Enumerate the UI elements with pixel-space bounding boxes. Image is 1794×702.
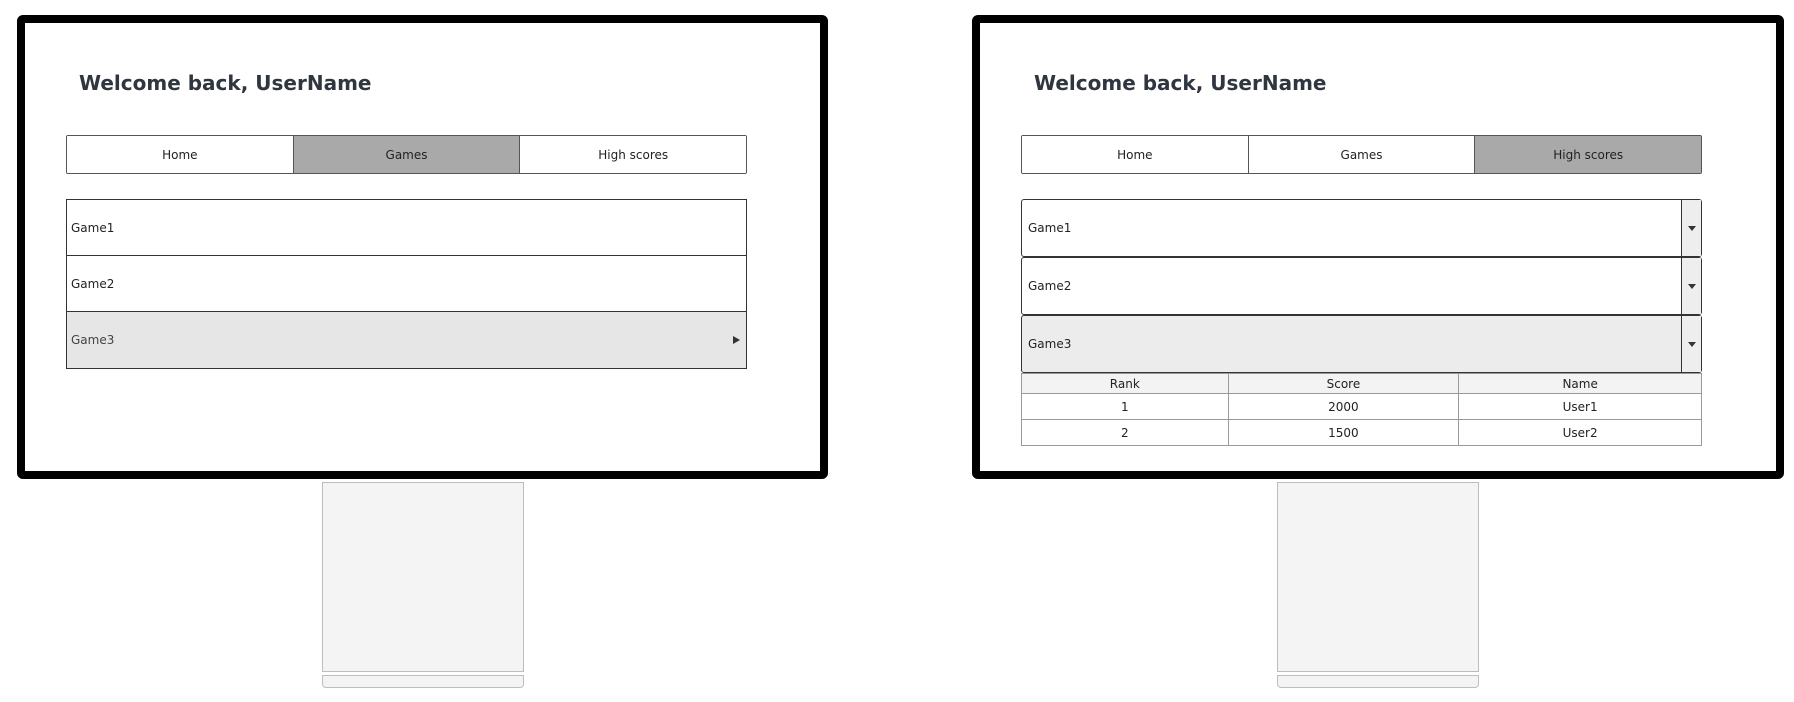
monitor-left: Welcome back, UserName Home Games High s… (17, 15, 828, 479)
caret-right-icon (733, 336, 740, 344)
accordion-item-game2[interactable]: Game2 (1021, 257, 1702, 315)
caret-down-icon (1687, 225, 1696, 231)
list-item-label: Game2 (71, 276, 115, 291)
cell-score: 2000 (1227, 393, 1460, 420)
list-item-label: Game1 (71, 220, 115, 235)
list-item-game3[interactable]: Game3 (67, 312, 746, 368)
expand-button[interactable] (1681, 200, 1701, 256)
cell-rank: 1 (1021, 393, 1229, 420)
monitor-stand-right (1277, 482, 1479, 672)
nav-tabs: Home Games High scores (1021, 135, 1702, 174)
monitor-base-left (322, 675, 524, 688)
tab-home[interactable]: Home (67, 136, 294, 173)
tab-games[interactable]: Games (293, 136, 521, 173)
game-accordion: Game1 Game2 Game3 (1021, 199, 1702, 373)
cell-rank: 2 (1021, 419, 1229, 446)
high-scores-table: Rank Score Name 1 2000 User1 2 1500 User… (1021, 373, 1702, 446)
caret-down-icon (1687, 341, 1696, 347)
accordion-item-game3[interactable]: Game3 (1021, 315, 1702, 373)
accordion-label: Game2 (1028, 279, 1072, 293)
cell-score: 1500 (1227, 419, 1460, 446)
page-title: Welcome back, UserName (79, 71, 372, 95)
monitor-base-right (1277, 675, 1479, 688)
page-title: Welcome back, UserName (1034, 71, 1327, 95)
tab-home[interactable]: Home (1022, 136, 1249, 173)
caret-down-icon (1687, 283, 1696, 289)
nav-tabs: Home Games High scores (66, 135, 747, 174)
list-item-game1[interactable]: Game1 (67, 200, 746, 256)
monitor-right: Welcome back, UserName Home Games High s… (972, 15, 1784, 479)
game-list: Game1 Game2 Game3 (66, 199, 747, 369)
accordion-label: Game1 (1028, 221, 1072, 235)
column-header-rank: Rank (1021, 373, 1229, 394)
column-header-name: Name (1458, 373, 1702, 394)
monitor-stand-left (322, 482, 524, 672)
expand-button[interactable] (1681, 258, 1701, 314)
table-header-row: Rank Score Name (1021, 373, 1702, 394)
tab-high-scores[interactable]: High scores (1475, 136, 1701, 173)
accordion-item-game1[interactable]: Game1 (1021, 199, 1702, 257)
accordion-label: Game3 (1028, 337, 1072, 351)
tab-games[interactable]: Games (1248, 136, 1476, 173)
tab-high-scores[interactable]: High scores (520, 136, 746, 173)
list-item-label: Game3 (71, 333, 115, 347)
cell-name: User1 (1458, 393, 1702, 420)
table-row: 1 2000 User1 (1021, 393, 1702, 420)
list-item-game2[interactable]: Game2 (67, 256, 746, 312)
column-header-score: Score (1227, 373, 1460, 394)
table-row: 2 1500 User2 (1021, 419, 1702, 446)
expand-button[interactable] (1681, 316, 1701, 372)
cell-name: User2 (1458, 419, 1702, 446)
